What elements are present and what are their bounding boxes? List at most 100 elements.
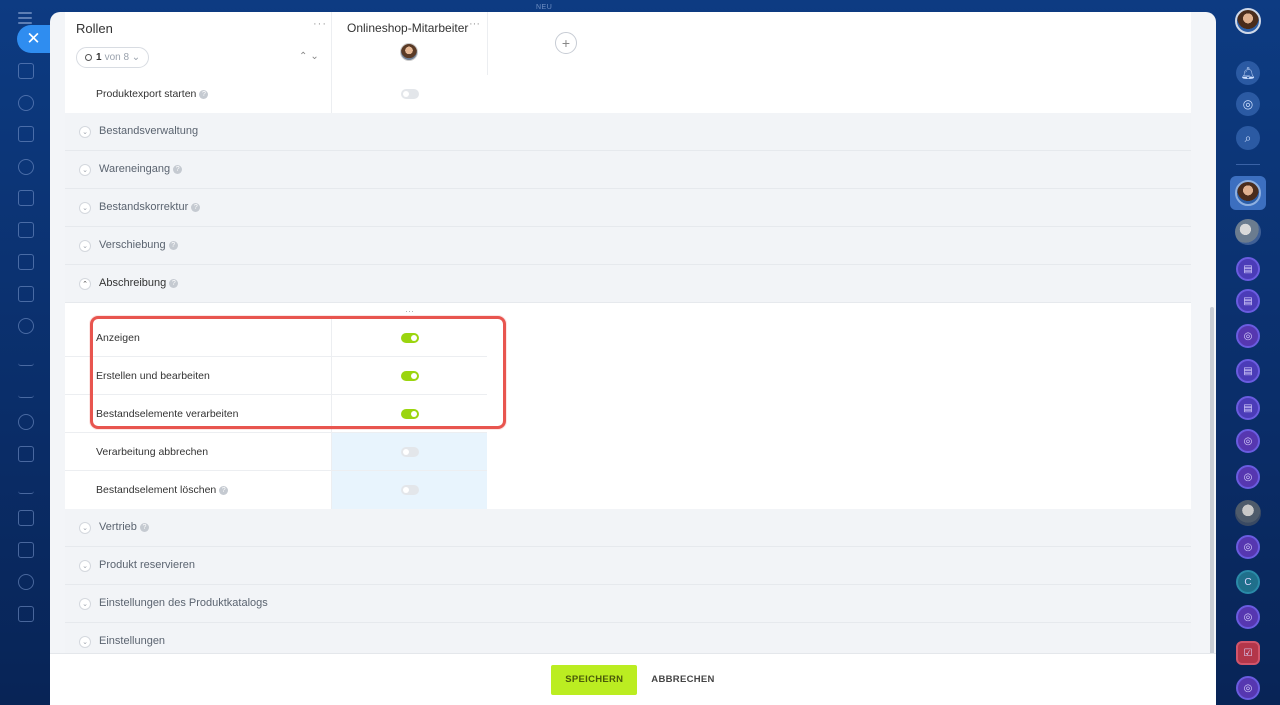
copilot-icon[interactable]: ◎ <box>1236 92 1260 116</box>
role-avatar <box>400 43 418 61</box>
permission-row: Erstellen und bearbeiten <box>65 357 1191 395</box>
roles-pager[interactable]: 1 von 8 ⌄ <box>76 47 150 68</box>
tasks-icon[interactable] <box>18 126 34 142</box>
section-title: Produkt reservieren <box>99 559 195 571</box>
channel-icon[interactable]: ◎ <box>1236 465 1260 489</box>
chat-avatar[interactable] <box>1235 500 1261 526</box>
permission-label-wrap: Produktexport starten? <box>96 88 209 100</box>
analytics-icon[interactable] <box>18 350 34 366</box>
chat-icon[interactable]: ▤ <box>1236 359 1260 383</box>
channel-icon[interactable]: ◎ <box>1236 676 1260 700</box>
chevron-up-icon[interactable]: ⌃ <box>79 278 91 290</box>
collapse-expand-icon[interactable]: ⌃⌄ <box>299 51 322 62</box>
help-icon[interactable]: ? <box>173 164 183 174</box>
chevron-down-icon[interactable]: ⌄ <box>79 560 91 572</box>
help-icon[interactable]: ? <box>139 522 149 532</box>
activity-icon[interactable] <box>18 95 34 111</box>
section-title: Bestandskorrektur <box>99 201 189 213</box>
permission-cell <box>331 75 487 113</box>
grid-icon[interactable] <box>18 606 34 622</box>
filter-icon[interactable] <box>18 478 34 494</box>
help-icon[interactable]: ? <box>191 202 201 212</box>
inventory-icon[interactable] <box>18 446 34 462</box>
pager-current: 1 <box>96 52 102 63</box>
role-column-menu-icon[interactable]: ··· <box>469 18 480 30</box>
presentation-icon[interactable] <box>18 254 34 270</box>
roles-menu-icon[interactable]: ··· <box>313 18 327 30</box>
permission-toggle[interactable] <box>401 371 419 381</box>
channel-icon[interactable]: ◎ <box>1236 324 1260 348</box>
tasks-chat-icon[interactable]: ☑ <box>1236 641 1260 665</box>
help-icon[interactable]: ? <box>199 89 209 99</box>
section-vertrieb[interactable]: ⌄ Vertrieb? <box>65 509 1191 547</box>
permission-toggle[interactable] <box>401 485 419 495</box>
chat-icon[interactable]: ▤ <box>1236 396 1260 420</box>
permission-cell <box>331 433 487 471</box>
permission-label: Verarbeitung abbrechen <box>96 446 209 458</box>
permission-toggle[interactable] <box>401 409 419 419</box>
section-wareneingang[interactable]: ⌄ Wareneingang? <box>65 151 1191 189</box>
permission-row: Bestandselement löschen? <box>65 471 1191 509</box>
chevron-down-icon[interactable]: ⌄ <box>79 522 91 534</box>
section-einstellungen[interactable]: ⌄ Einstellungen <box>65 623 1191 653</box>
group-chat-avatar[interactable] <box>1235 219 1261 245</box>
user-avatar[interactable] <box>1235 8 1261 34</box>
chat-icon[interactable] <box>18 318 34 334</box>
chevron-down-icon[interactable]: ⌄ <box>79 164 91 176</box>
channel-icon[interactable]: ◎ <box>1236 605 1260 629</box>
search-chat-icon[interactable]: ⌕ <box>1236 126 1260 150</box>
column-menu-icon[interactable]: ··· <box>405 306 414 316</box>
menu-icon[interactable] <box>18 12 32 24</box>
permission-toggle[interactable] <box>401 333 419 343</box>
chat-letter-icon[interactable]: C <box>1236 570 1260 594</box>
marketing-icon[interactable] <box>18 414 34 430</box>
section-bestandsverwaltung[interactable]: ⌄ Bestandsverwaltung <box>65 113 1191 151</box>
chevron-down-icon[interactable]: ⌄ <box>79 202 91 214</box>
permission-label: Anzeigen <box>96 332 140 344</box>
add-role-button[interactable]: + <box>555 32 577 54</box>
contacts-icon[interactable] <box>18 159 34 175</box>
chat-avatar[interactable] <box>1235 180 1261 206</box>
terminal-icon[interactable] <box>18 542 34 558</box>
save-button[interactable]: SPEICHERN <box>551 664 638 695</box>
chevron-down-icon[interactable]: ⌄ <box>79 240 91 252</box>
help-icon[interactable]: ? <box>219 485 229 495</box>
permission-row: Anzeigen <box>65 319 1191 357</box>
sites-icon[interactable] <box>18 222 34 238</box>
permission-cell <box>331 395 487 433</box>
section-produktkatalog[interactable]: ⌄ Einstellungen des Produktkatalogs <box>65 585 1191 623</box>
close-slider-button[interactable]: ✕ <box>17 25 50 53</box>
permission-cell <box>331 471 487 509</box>
top-hint: NEU <box>536 4 553 11</box>
section-abschreibung[interactable]: ⌃ Abschreibung? <box>65 265 1191 303</box>
card-icon[interactable] <box>18 510 34 526</box>
divider <box>1236 164 1260 165</box>
channel-icon[interactable]: ◎ <box>1236 429 1260 453</box>
permission-toggle[interactable] <box>401 89 419 99</box>
permissions-table: Rollen ··· 1 von 8 ⌄ ⌃⌄ Onlineshop-Mitar… <box>65 12 1191 653</box>
bell-icon[interactable]: 🔔︎ <box>1236 61 1260 85</box>
section-verschiebung[interactable]: ⌄ Verschiebung? <box>65 227 1191 265</box>
chat-icon[interactable]: ▤ <box>1236 257 1260 281</box>
home-icon[interactable] <box>18 63 34 79</box>
section-bestandskorrektur[interactable]: ⌄ Bestandskorrektur? <box>65 189 1191 227</box>
help-icon[interactable]: ? <box>168 240 178 250</box>
channel-icon[interactable]: ◎ <box>1236 535 1260 559</box>
roles-title: Rollen <box>76 21 113 36</box>
cart-icon[interactable] <box>18 382 34 398</box>
help-icon[interactable]: ? <box>169 278 179 288</box>
section-title-wrap: Wareneingang? <box>99 163 183 175</box>
cancel-button[interactable]: ABBRECHEN <box>651 674 714 685</box>
section-title-wrap: Abschreibung? <box>99 277 179 289</box>
checklist-icon[interactable] <box>18 286 34 302</box>
scrollbar[interactable] <box>1210 307 1214 689</box>
documents-icon[interactable] <box>18 190 34 206</box>
settings-icon[interactable] <box>18 574 34 590</box>
chevron-down-icon[interactable]: ⌄ <box>79 126 91 138</box>
chevron-down-icon[interactable]: ⌄ <box>79 598 91 610</box>
section-title: Verschiebung <box>99 239 166 251</box>
chevron-down-icon[interactable]: ⌄ <box>79 636 91 648</box>
permission-toggle[interactable] <box>401 447 419 457</box>
chat-icon[interactable]: ▤ <box>1236 289 1260 313</box>
section-produkt-reservieren[interactable]: ⌄ Produkt reservieren <box>65 547 1191 585</box>
